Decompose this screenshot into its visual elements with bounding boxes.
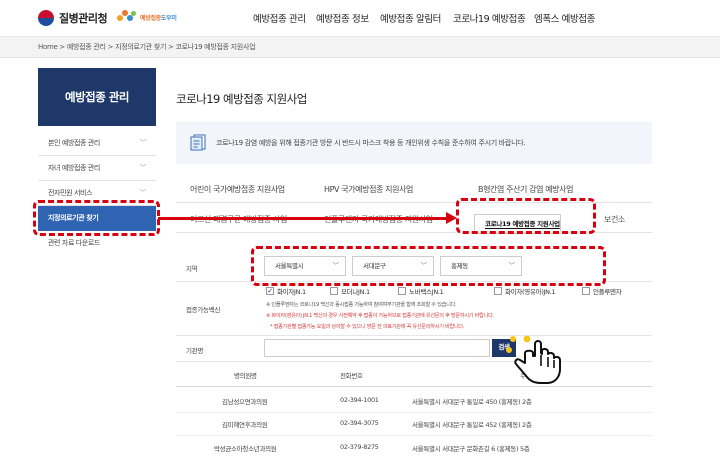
vaccine-note-warning: * 접종기관별 접종가능 요일과 상이할 수 있으니 방문 전 의료기관에 꼭 … xyxy=(270,324,465,330)
chevron-down-icon: ﹀ xyxy=(139,139,146,147)
nav-mpox-vaccination[interactable]: 엠폭스 예방접종 xyxy=(534,11,595,25)
sidebar-item-my-vaccination[interactable]: 본인 예방접종 관리 ﹀ xyxy=(38,131,156,156)
name-label: 기관명 xyxy=(186,347,204,355)
vaccine-option-pfizer[interactable]: ✓ 화이자JN.1 xyxy=(266,286,306,296)
breadcrumb: Home > 예방접종 관리 > 지정의료기관 찾기 > 코로나19 예방접종 … xyxy=(0,36,720,58)
sidebar-item-child-vaccination[interactable]: 자녀 예방접종 관리 ﹀ xyxy=(38,156,156,181)
sidebar-title: 예방접종 관리 xyxy=(38,68,156,126)
table-cell-address: 서울특별시 서대문구 통일로 450 (홍제동) 2층 xyxy=(412,398,532,406)
nav-covid19-vaccination[interactable]: 코로나19 예방접종 xyxy=(453,11,526,25)
tab-hpv-vaccination[interactable]: HPV 국가예방접종 지원사업 xyxy=(324,184,413,195)
checkbox-checked-icon: ✓ xyxy=(266,286,274,295)
page: 질병관리청 예방접종도우미 예방접종 관리 예방접종 정보 예방접종 알림터 코… xyxy=(0,0,720,456)
tab-health-center[interactable]: 보건소 xyxy=(604,214,625,225)
table-cell-address: 서울특별시 서대문구 문화촌길 6 (홍제동) 5층 xyxy=(412,445,530,453)
vaccine-label: 접종가능백신 xyxy=(186,306,221,314)
vaccine-option-novavax[interactable]: 노바백스JN.1 xyxy=(398,286,444,296)
checkbox-icon xyxy=(330,287,338,295)
vaccine-note: ※ 인플루엔자는 코로나19 백신과 동시접종 가능하여 참여여부기관을 함께 … xyxy=(266,302,457,308)
table-cell-clinic[interactable]: 김남성으면과의원 xyxy=(222,396,268,406)
page-title: 코로나19 예방접종 지원사업 xyxy=(176,92,307,106)
vaccine-option-pfizer-infant[interactable]: 화이자(영유아)JN.1 xyxy=(494,286,556,296)
vaccine-option-moderna[interactable]: 모더나JN.1 xyxy=(330,286,370,296)
checkbox-icon xyxy=(398,287,406,295)
vaccine-option-label: 화이자JN.1 xyxy=(277,288,306,296)
nav-vaccination-info[interactable]: 예방접종 정보 xyxy=(316,11,369,25)
vaccine-option-label: 노바백스JN.1 xyxy=(409,288,444,296)
global-nav: 예방접종 관리 예방접종 정보 예방접종 알림터 코로나19 예방접종 엠폭스 … xyxy=(0,11,720,25)
checkbox-icon xyxy=(582,287,590,295)
table-header-divider xyxy=(176,386,652,387)
document-icon xyxy=(190,134,206,151)
highlight-covid19-tab xyxy=(456,198,596,234)
column-header-phone: 전화번호 xyxy=(340,372,363,380)
table-row-divider xyxy=(176,435,652,436)
tab-child-vaccination[interactable]: 어린이 국가예방접종 지원사업 xyxy=(190,184,285,195)
table-cell-clinic[interactable]: 김미혜연후과의원 xyxy=(222,419,268,429)
table-cell-phone: 02-394-3075 xyxy=(340,419,379,427)
region-label: 지역 xyxy=(186,265,198,273)
tab-hepatitis-b[interactable]: B형간염 주산기 감염 예방사업 xyxy=(478,184,573,195)
annotation-arrow-shaft xyxy=(158,217,448,220)
table-cell-clinic[interactable]: 박성균소아청소년과의원 xyxy=(214,443,277,453)
checkbox-icon xyxy=(494,287,502,295)
table-cell-phone: 02-379-8275 xyxy=(340,443,379,451)
highlight-find-clinic xyxy=(33,200,160,236)
site-header: 질병관리청 예방접종도우미 예방접종 관리 예방접종 정보 예방접종 알림터 코… xyxy=(0,0,720,36)
table-row-divider xyxy=(176,412,652,413)
chevron-down-icon: ﹀ xyxy=(139,164,146,172)
pointing-hand-icon xyxy=(506,335,561,384)
breadcrumb-text[interactable]: Home > 예방접종 관리 > 지정의료기관 찾기 > 코로나19 예방접종 … xyxy=(38,42,256,52)
sidebar-item-label: 본인 예방접종 관리 xyxy=(48,139,100,147)
table-cell-address: 서울특별시 서대문구 통일로 452 (홍제동) 2층 xyxy=(412,421,532,429)
nav-vaccination-notice[interactable]: 예방접종 알림터 xyxy=(380,11,441,25)
notice-box: 코로나19 감염 예방을 위해 접종기관 방문 시 반드시 마스크 착용 등 개… xyxy=(176,122,652,164)
highlight-region-select xyxy=(251,246,606,286)
vaccine-note-warning: ※ 화이자(영유아) JN.1 백신의 경우 사전예약 후 접종이 가능하므로 … xyxy=(266,313,494,319)
sidebar-item-label: 관련 자료 다운로드 xyxy=(48,239,100,247)
clinic-name-input[interactable] xyxy=(264,339,490,357)
vaccine-option-label: 모더나JN.1 xyxy=(341,288,370,296)
vaccine-option-influenza[interactable]: 인플루엔자 xyxy=(582,286,622,296)
table-cell-phone: 02-394-1001 xyxy=(340,396,379,404)
sidebar-item-label: 자녀 예방접종 관리 xyxy=(48,164,100,172)
sidebar-item-label: 전자민원 서비스 xyxy=(48,189,93,197)
column-header-clinic: 병의원명 xyxy=(234,372,257,380)
vaccine-option-label: 화이자(영유아)JN.1 xyxy=(505,288,556,296)
notice-text: 코로나19 감염 예방을 위해 접종기관 방문 시 반드시 마스크 착용 등 개… xyxy=(216,139,526,147)
vaccine-option-label: 인플루엔자 xyxy=(593,288,622,296)
nav-vaccination-management[interactable]: 예방접종 관리 xyxy=(253,11,306,25)
